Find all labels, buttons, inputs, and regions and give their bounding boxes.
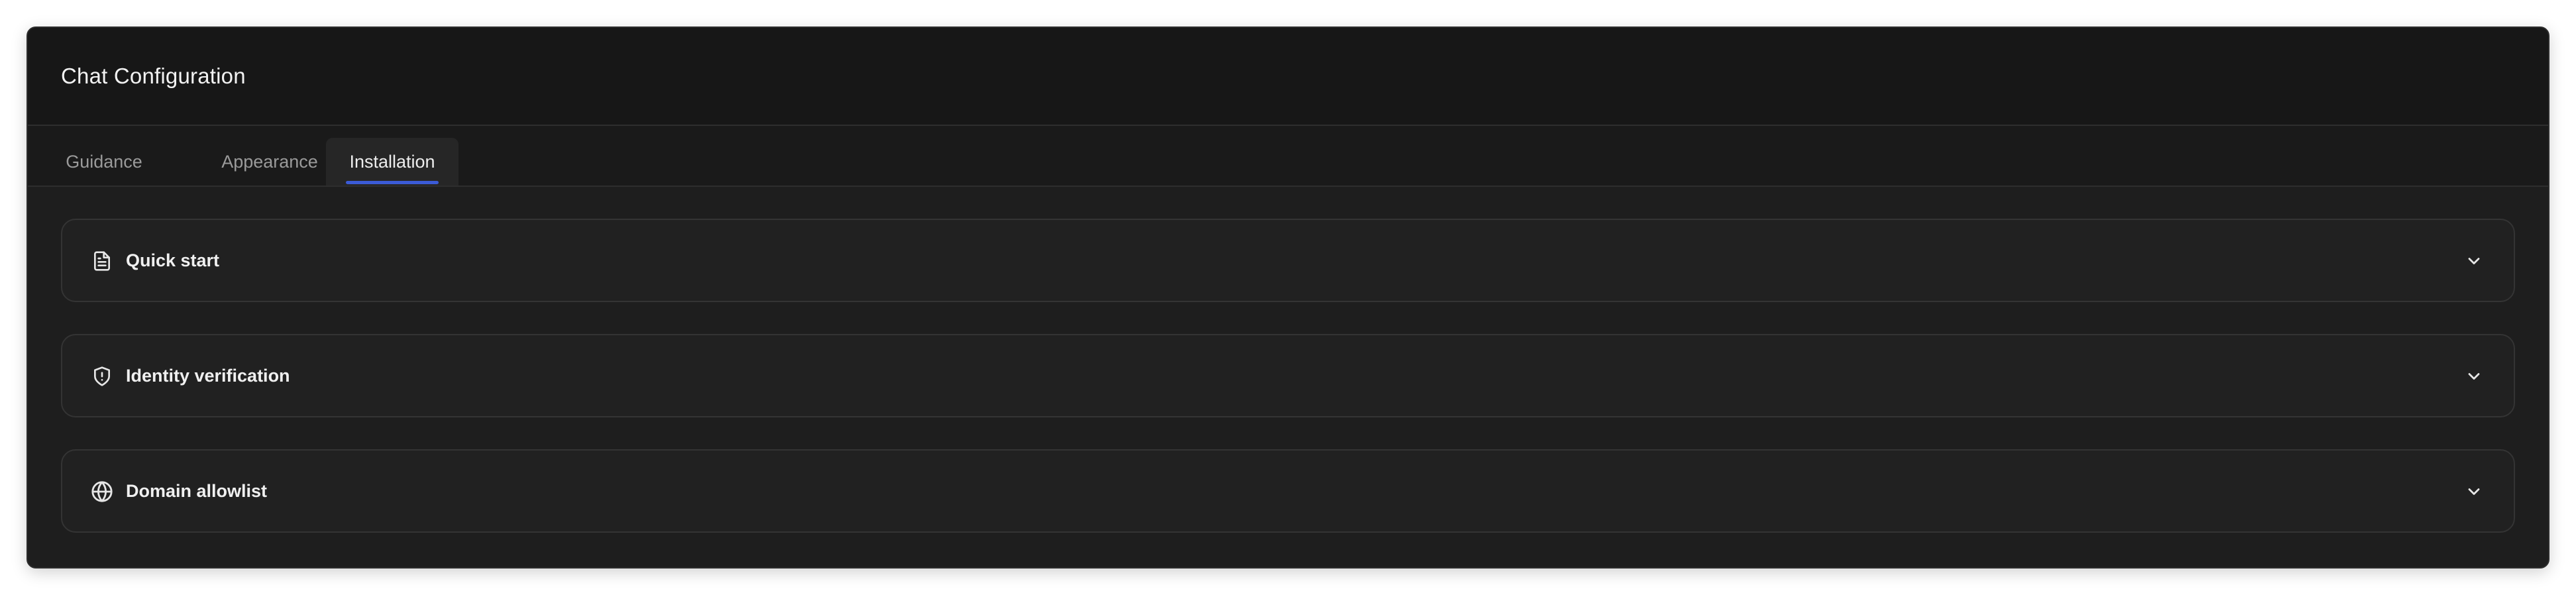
tab-appearance[interactable]: Appearance <box>207 138 333 186</box>
chevron-down-icon[interactable] <box>2463 366 2485 387</box>
tab-label: Appearance <box>221 151 318 172</box>
page-title: Chat Configuration <box>61 64 246 88</box>
document-icon <box>90 249 114 273</box>
shield-icon <box>90 364 114 388</box>
tab-installation[interactable]: Installation <box>326 138 458 186</box>
tab-bar: Guidance Appearance Installation <box>28 126 2548 187</box>
globe-icon <box>90 480 114 504</box>
active-tab-indicator <box>346 181 439 184</box>
chat-configuration-panel: Chat Configuration Guidance Appearance I… <box>27 27 2549 568</box>
chevron-down-icon[interactable] <box>2463 481 2485 502</box>
accordion-label: Domain allowlist <box>126 480 268 501</box>
accordion-label: Identity verification <box>126 365 290 386</box>
tab-label: Guidance <box>66 151 142 172</box>
accordion-label: Quick start <box>126 250 220 270</box>
accordion-domain-allowlist[interactable]: Domain allowlist <box>61 449 2515 533</box>
accordion-quick-start[interactable]: Quick start <box>61 219 2515 302</box>
accordion-identity-verification[interactable]: Identity verification <box>61 334 2515 417</box>
tab-guidance[interactable]: Guidance <box>61 138 147 186</box>
tab-label: Installation <box>349 151 435 172</box>
panel-header: Chat Configuration <box>28 28 2548 126</box>
chevron-down-icon[interactable] <box>2463 250 2485 272</box>
